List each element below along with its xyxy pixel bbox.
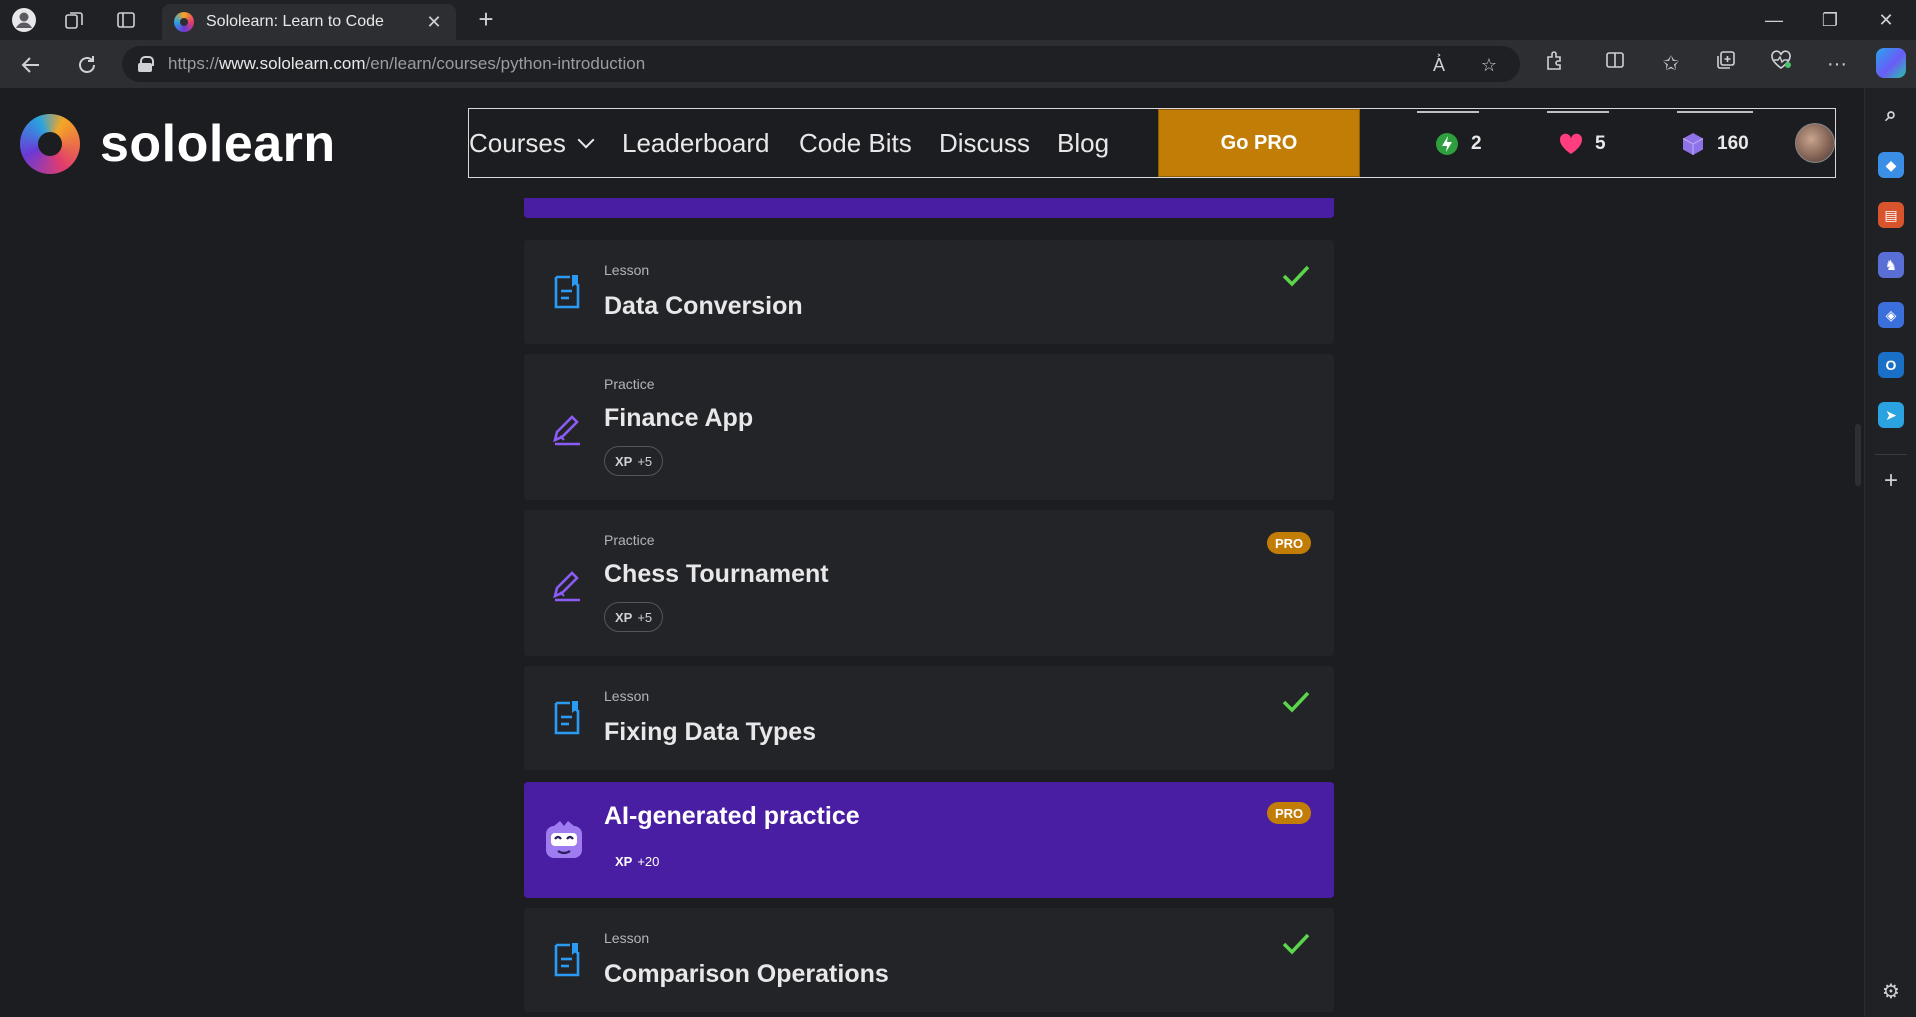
pro-badge: PRO xyxy=(1267,802,1312,824)
practice-pencil-icon xyxy=(553,571,580,602)
restore-icon[interactable]: ❐ xyxy=(1802,0,1858,40)
page-viewport: Lesson Data Conversion Practice Finance … xyxy=(0,88,1864,1017)
lesson-icon xyxy=(554,943,580,977)
item-title: Finance App xyxy=(604,404,754,432)
item-type: Practice xyxy=(604,532,655,548)
refresh-icon[interactable] xyxy=(72,50,102,80)
list-item-lesson[interactable]: Lesson Data Conversion xyxy=(524,240,1334,344)
tools-icon[interactable]: ▤ xyxy=(1878,202,1904,228)
item-title: Chess Tournament xyxy=(604,560,829,588)
favorites-icon[interactable]: ✩ xyxy=(1656,49,1686,79)
telegram-icon[interactable]: ➤ xyxy=(1878,402,1904,428)
nav-code-bits[interactable]: Code Bits xyxy=(799,125,912,161)
stat-divider xyxy=(1547,111,1609,113)
close-tab-icon[interactable]: ✕ xyxy=(424,12,444,33)
completed-check-icon xyxy=(1282,691,1310,713)
bits-cube-icon xyxy=(1681,132,1705,156)
item-title: Comparison Operations xyxy=(604,960,889,988)
sololearn-logo-icon[interactable] xyxy=(20,114,80,174)
lock-icon[interactable] xyxy=(138,56,154,72)
logo-text[interactable]: sololearn xyxy=(100,114,336,174)
completed-check-icon xyxy=(1282,265,1310,287)
extensions-icon[interactable] xyxy=(1540,49,1570,79)
go-pro-button[interactable]: Go PRO xyxy=(1158,109,1360,177)
nav-discuss[interactable]: Discuss xyxy=(939,125,1030,161)
list-item-practice[interactable]: Practice Finance App XP +5 xyxy=(524,354,1334,500)
copilot-icon[interactable] xyxy=(1876,48,1906,78)
address-bar[interactable]: https://www.sololearn.com/en/learn/cours… xyxy=(122,46,1520,82)
ai-bot-icon xyxy=(546,821,582,858)
item-title: Data Conversion xyxy=(604,292,803,320)
browser-tab-bar: Sololearn: Learn to Code ✕ + — ❐ ✕ xyxy=(0,0,1916,40)
stat-divider xyxy=(1677,111,1753,113)
profile-icon[interactable] xyxy=(10,6,38,34)
active-tab[interactable]: Sololearn: Learn to Code ✕ xyxy=(162,4,456,40)
xp-badge: XP +20 xyxy=(604,846,671,876)
item-type: Lesson xyxy=(604,262,650,278)
list-item-ai-practice[interactable]: AI-generated practice XP +20 PRO xyxy=(524,782,1334,898)
workspaces-icon[interactable] xyxy=(60,6,88,34)
add-icon[interactable]: + xyxy=(1878,467,1904,494)
completed-check-icon xyxy=(1282,933,1310,955)
hearts-stat[interactable]: 5 xyxy=(1559,127,1606,161)
practice-pencil-icon xyxy=(553,415,580,446)
nav-blog[interactable]: Blog xyxy=(1057,125,1109,161)
heart-icon xyxy=(1559,132,1583,156)
item-type: Lesson xyxy=(604,688,650,704)
xp-badge: XP +5 xyxy=(604,446,664,476)
search-icon[interactable]: ⌕ xyxy=(1878,102,1904,128)
more-options-icon[interactable]: ··· xyxy=(1822,49,1852,79)
tab-title: Sololearn: Learn to Code xyxy=(206,13,384,30)
avatar[interactable] xyxy=(1795,123,1835,163)
item-title: AI-generated practice xyxy=(604,802,860,830)
games-icon[interactable]: ♞ xyxy=(1878,252,1904,278)
microsoft-365-icon[interactable]: ◈ xyxy=(1878,302,1904,328)
bits-stat[interactable]: 160 xyxy=(1681,127,1749,161)
sololearn-favicon-icon xyxy=(174,12,194,32)
nav-courses[interactable]: Courses xyxy=(469,125,595,161)
browser-essentials-icon[interactable] xyxy=(1766,49,1796,79)
list-item-lesson[interactable]: Lesson Fixing Data Types xyxy=(524,666,1334,770)
lesson-icon xyxy=(554,275,580,309)
sidebar-divider xyxy=(1875,454,1907,455)
nav-leaderboard[interactable]: Leaderboard xyxy=(622,125,769,161)
item-type: Lesson xyxy=(604,930,650,946)
chevron-down-icon xyxy=(577,131,595,149)
lesson-icon xyxy=(554,701,580,735)
main-nav: Courses Leaderboard Code Bits Discuss Bl… xyxy=(468,108,1836,178)
item-type: Practice xyxy=(604,376,655,392)
outlook-icon[interactable]: O xyxy=(1878,352,1904,378)
back-icon[interactable] xyxy=(16,50,46,80)
favorite-star-icon[interactable]: ☆ xyxy=(1478,54,1500,76)
item-title: Fixing Data Types xyxy=(604,718,817,746)
vertical-tabs-icon[interactable] xyxy=(112,6,140,34)
split-screen-icon[interactable] xyxy=(1600,49,1630,79)
stat-divider xyxy=(1417,111,1479,113)
list-item-lesson[interactable]: Lesson Comparison Operations xyxy=(524,908,1334,1012)
read-aloud-icon[interactable]: A͐ xyxy=(1428,54,1450,76)
settings-gear-icon[interactable]: ⚙ xyxy=(1878,978,1904,1004)
new-tab-icon[interactable]: + xyxy=(472,6,500,34)
xp-badge: XP +5 xyxy=(604,602,664,632)
edge-sidebar: ⌕ ◆ ▤ ♞ ◈ O ➤ + ⚙ xyxy=(1864,88,1916,1017)
pro-badge: PRO xyxy=(1267,532,1312,554)
shopping-tag-icon[interactable]: ◆ xyxy=(1878,152,1904,178)
page-scrollbar[interactable] xyxy=(1855,424,1861,486)
collections-icon[interactable] xyxy=(1711,49,1741,79)
minimize-icon[interactable]: — xyxy=(1746,0,1802,40)
address-toolbar: https://www.sololearn.com/en/learn/cours… xyxy=(0,40,1916,88)
streak-stat[interactable]: 2 xyxy=(1435,127,1482,161)
close-window-icon[interactable]: ✕ xyxy=(1858,0,1914,40)
site-header: sololearn Courses Leaderboard Code Bits … xyxy=(0,88,1852,198)
url-text[interactable]: https://www.sololearn.com/en/learn/cours… xyxy=(168,54,645,74)
lightning-icon xyxy=(1435,132,1459,156)
list-item-practice[interactable]: Practice Chess Tournament XP +5 PRO xyxy=(524,510,1334,656)
